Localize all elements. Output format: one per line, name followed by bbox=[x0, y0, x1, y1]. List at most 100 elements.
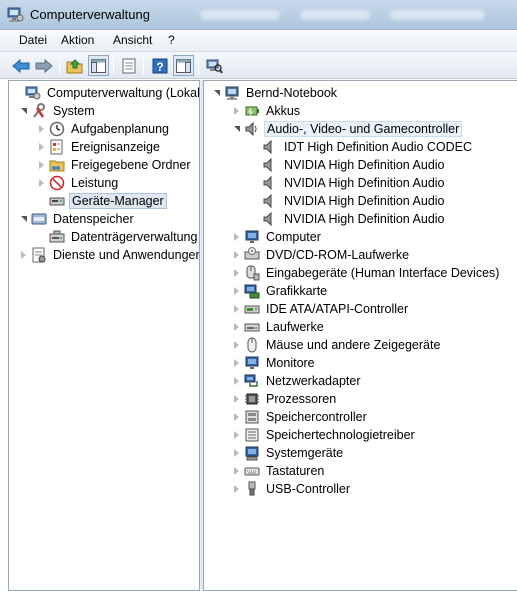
tree-item-monitore[interactable]: Monitore bbox=[232, 354, 317, 372]
tree-label: Speichercontroller bbox=[266, 410, 367, 424]
ide-controller-icon bbox=[244, 301, 260, 317]
help-icon[interactable]: ? bbox=[149, 55, 170, 76]
blurred-tab bbox=[390, 10, 485, 20]
tree-item-ide[interactable]: IDE ATA/ATAPI-Controller bbox=[232, 300, 410, 318]
expand-toggle[interactable] bbox=[37, 143, 46, 152]
expand-toggle[interactable] bbox=[232, 323, 241, 332]
tree-item-prozessoren[interactable]: Prozessoren bbox=[232, 390, 338, 408]
tree-item-hid[interactable]: Eingabegeräte (Human Interface Devices) bbox=[232, 264, 501, 282]
menu-bar: Datei Aktion Ansicht ? bbox=[0, 30, 517, 52]
tree-item-computer[interactable]: Computer bbox=[232, 228, 323, 246]
expand-toggle[interactable] bbox=[232, 449, 241, 458]
tree-label: Akkus bbox=[266, 104, 301, 118]
action-pane-icon[interactable] bbox=[173, 55, 194, 76]
svg-text:?: ? bbox=[156, 60, 163, 74]
tree-item-speichertechnologie[interactable]: Speichertechnologietreiber bbox=[232, 426, 417, 444]
tree-label: NVIDIA High Definition Audio bbox=[284, 158, 445, 172]
tree-label: Mäuse und andere Zeigegeräte bbox=[266, 338, 441, 352]
expand-toggle[interactable] bbox=[232, 395, 241, 404]
tree-item-audio-video[interactable]: Audio-, Video- und Gamecontroller bbox=[232, 120, 463, 138]
speaker-icon bbox=[244, 121, 260, 137]
expand-toggle[interactable] bbox=[37, 125, 46, 134]
tree-item-usb[interactable]: USB-Controller bbox=[232, 480, 352, 498]
tree-item-freigegebene-ordner[interactable]: Freigegebene Ordner bbox=[37, 156, 193, 174]
tree-item-datenspeicher[interactable]: Datenspeicher bbox=[19, 210, 136, 228]
tree-item-system[interactable]: System bbox=[19, 102, 97, 120]
tree-item-speichercontroller[interactable]: Speichercontroller bbox=[232, 408, 369, 426]
computer-management-icon bbox=[7, 6, 24, 23]
tree-item-geraete-manager[interactable]: Geräte-Manager bbox=[37, 192, 167, 210]
expand-toggle[interactable] bbox=[232, 251, 241, 260]
expand-toggle[interactable] bbox=[19, 215, 28, 224]
expand-toggle[interactable] bbox=[232, 359, 241, 368]
computer-management-icon bbox=[25, 85, 41, 101]
tree-label: DVD/CD-ROM-Laufwerke bbox=[266, 248, 410, 262]
expand-toggle[interactable] bbox=[212, 89, 221, 98]
expand-toggle[interactable] bbox=[19, 251, 28, 260]
expand-toggle[interactable] bbox=[232, 413, 241, 422]
menu-datei[interactable]: Datei bbox=[16, 33, 50, 47]
network-adapter-icon bbox=[244, 373, 260, 389]
monitor-icon bbox=[244, 355, 260, 371]
expand-toggle[interactable] bbox=[232, 269, 241, 278]
scan-hardware-icon[interactable] bbox=[204, 55, 225, 76]
tree-item-aufgabenplanung[interactable]: Aufgabenplanung bbox=[37, 120, 171, 138]
tree-item-audio-device[interactable]: NVIDIA High Definition Audio bbox=[262, 156, 447, 174]
tree-item-akkus[interactable]: Akkus bbox=[232, 102, 302, 120]
expand-toggle[interactable] bbox=[232, 485, 241, 494]
toolbar-separator bbox=[59, 57, 60, 74]
tree-item-laufwerke[interactable]: Laufwerke bbox=[232, 318, 326, 336]
tree-item-audio-device[interactable]: NVIDIA High Definition Audio bbox=[262, 210, 447, 228]
tree-item-grafikkarte[interactable]: Grafikkarte bbox=[232, 282, 329, 300]
tree-label: Computerverwaltung (Lokal) bbox=[47, 86, 200, 100]
tree-label: USB-Controller bbox=[266, 482, 351, 496]
tree-item-dvd[interactable]: DVD/CD-ROM-Laufwerke bbox=[232, 246, 411, 264]
tree-item-maeuse[interactable]: Mäuse und andere Zeigegeräte bbox=[232, 336, 442, 354]
tree-item-audio-device[interactable]: NVIDIA High Definition Audio bbox=[262, 192, 447, 210]
expand-toggle[interactable] bbox=[232, 233, 241, 242]
device-tree-pane: Bernd-Notebook Akkus Audio-, Video- und … bbox=[203, 80, 517, 591]
menu-help[interactable]: ? bbox=[165, 33, 178, 47]
disk-management-icon bbox=[49, 229, 65, 245]
tree-item-computerverwaltung[interactable]: Computerverwaltung (Lokal) bbox=[13, 84, 200, 102]
tree-label: Laufwerke bbox=[266, 320, 324, 334]
tree-label: Datenspeicher bbox=[53, 212, 134, 226]
mouse-icon bbox=[244, 337, 260, 353]
tree-item-dienste[interactable]: Dienste und Anwendungen bbox=[19, 246, 199, 264]
menu-ansicht[interactable]: Ansicht bbox=[110, 33, 155, 47]
toolbar-separator bbox=[143, 57, 144, 74]
tree-label: Bernd-Notebook bbox=[246, 86, 338, 100]
expand-toggle[interactable] bbox=[232, 107, 241, 116]
tree-item-audio-device[interactable]: IDT High Definition Audio CODEC bbox=[262, 138, 474, 156]
expand-toggle[interactable] bbox=[232, 125, 241, 134]
expand-toggle[interactable] bbox=[232, 377, 241, 386]
back-arrow-icon[interactable] bbox=[10, 55, 31, 76]
tree-label: Tastaturen bbox=[266, 464, 325, 478]
tree-item-ereignisanzeige[interactable]: Ereignisanzeige bbox=[37, 138, 162, 156]
expand-toggle[interactable] bbox=[37, 161, 46, 170]
properties-icon[interactable] bbox=[118, 55, 139, 76]
expand-toggle[interactable] bbox=[232, 467, 241, 476]
tree-item-tastaturen[interactable]: Tastaturen bbox=[232, 462, 326, 480]
storage-controller-icon bbox=[244, 409, 260, 425]
device-manager-icon bbox=[49, 193, 65, 209]
expand-toggle[interactable] bbox=[37, 179, 46, 188]
window-title: Computerverwaltung bbox=[30, 7, 150, 22]
up-folder-icon[interactable] bbox=[64, 55, 85, 76]
tree-item-computer-root[interactable]: Bernd-Notebook bbox=[212, 84, 339, 102]
menu-aktion[interactable]: Aktion bbox=[58, 33, 97, 47]
expand-toggle[interactable] bbox=[232, 305, 241, 314]
tree-item-audio-device[interactable]: NVIDIA High Definition Audio bbox=[262, 174, 447, 192]
tree-item-systemgeraete[interactable]: Systemgeräte bbox=[232, 444, 345, 462]
tree-label: NVIDIA High Definition Audio bbox=[284, 212, 445, 226]
expand-toggle[interactable] bbox=[232, 431, 241, 440]
console-tree-icon[interactable] bbox=[88, 55, 109, 76]
expand-toggle[interactable] bbox=[232, 287, 241, 296]
tree-item-datentraegerverwaltung[interactable]: Datenträgerverwaltung bbox=[37, 228, 199, 246]
tree-item-leistung[interactable]: Leistung bbox=[37, 174, 120, 192]
event-viewer-icon bbox=[49, 139, 65, 155]
tree-item-netzwerk[interactable]: Netzwerkadapter bbox=[232, 372, 363, 390]
forward-arrow-icon[interactable] bbox=[33, 55, 54, 76]
expand-toggle[interactable] bbox=[19, 107, 28, 116]
expand-toggle[interactable] bbox=[232, 341, 241, 350]
